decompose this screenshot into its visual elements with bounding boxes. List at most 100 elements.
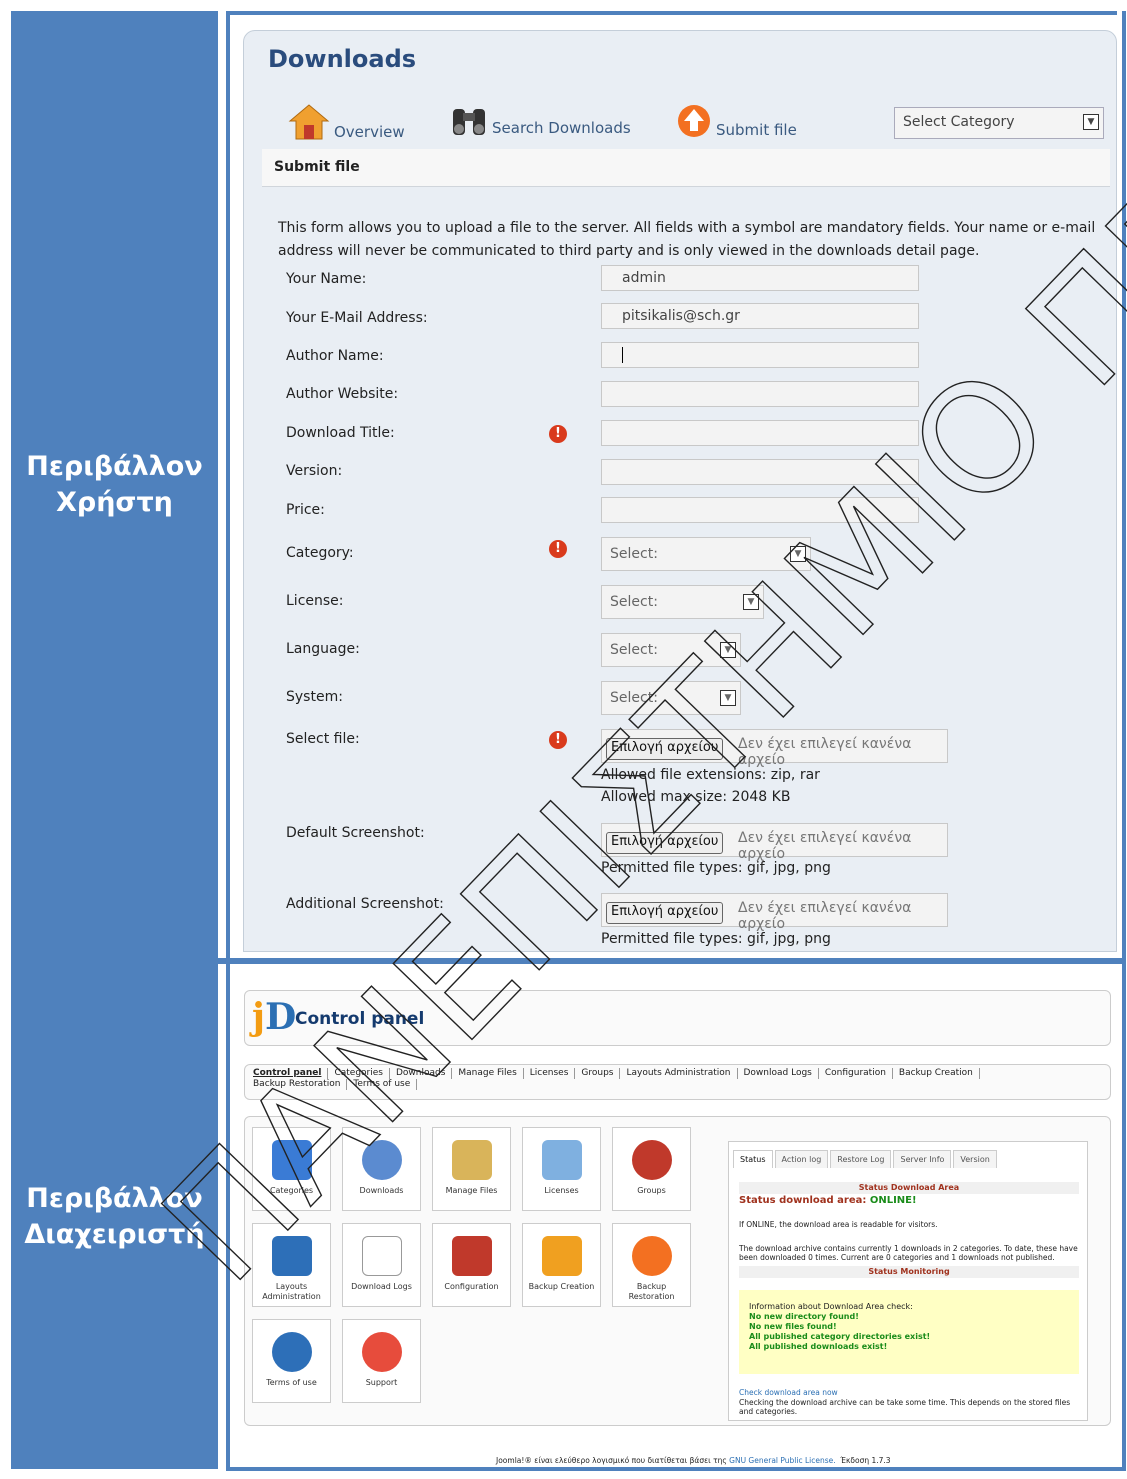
choose-file-button[interactable]: Επιλογή αρχείου [606,902,724,924]
menu-backup-restoration[interactable]: Backup Restoration [253,1079,348,1090]
label-price: Price: [286,502,325,518]
nav-search-downloads[interactable]: Search Downloads [450,103,631,137]
default-screenshot-input[interactable]: Επιλογή αρχείου Δεν έχει επιλεγεί κανένα… [601,823,948,862]
admin-menu: Control panel Categories Downloads Manage F… [244,1064,1111,1100]
admin-env-label-line1: Περιβάλλον [26,1182,203,1214]
no-file-chosen: Δεν έχει επιλεγεί κανένα αρχείο [738,736,912,768]
tile-label: Licenses [544,1186,579,1195]
additional-screenshot-input[interactable]: Επιλογή αρχείου Δεν έχει επιλεγεί κανένα… [601,893,948,932]
tile-label: Groups [637,1186,666,1195]
tile-backup-creation[interactable]: Backup Creation [522,1223,601,1307]
chevron-down-icon[interactable]: ▼ [743,594,759,610]
downloads-icon [361,1140,402,1180]
tile-download-logs[interactable]: Download Logs [342,1223,421,1307]
tile-layouts-administration[interactable]: Layouts Administration [252,1223,331,1307]
tile-configuration[interactable]: Configuration [432,1223,511,1307]
jd-logo: jD [252,996,297,1038]
monitor-intro: Information about Download Area check: [749,1302,913,1311]
nav-overview[interactable]: Overview [288,103,405,141]
chevron-down-icon[interactable]: ▼ [790,546,806,562]
menu-terms[interactable]: Terms of use [347,1079,418,1090]
status-tabs: Status Action log Restore Log Server Info Ve… [733,1150,999,1168]
permitted-types: Permitted file types: gif, jpg, png [601,860,831,876]
select-file-input[interactable]: Επιλογή αρχείου Δεν έχει επιλεγεί κανένα… [601,729,948,768]
menu-downloads[interactable]: Downloads [390,1068,453,1079]
nav-search-label: Search Downloads [492,119,631,137]
menu-configuration[interactable]: Configuration [819,1068,893,1079]
category-select[interactable]: Select Category ▼ [894,107,1104,139]
your-name-value: admin [622,270,666,286]
chevron-down-icon[interactable]: ▼ [1083,114,1099,130]
tile-categories[interactable]: Categories [252,1127,331,1211]
tab-action-log[interactable]: Action log [774,1150,829,1168]
required-icon: ! [549,731,567,749]
choose-file-button[interactable]: Επιλογή αρχείου [606,832,724,854]
categories-icon [271,1140,312,1180]
menu-layouts[interactable]: Layouts Administration [620,1068,738,1079]
menu-control-panel[interactable]: Control panel [253,1068,329,1079]
tools-icon [451,1236,492,1276]
menu-download-logs[interactable]: Download Logs [738,1068,819,1079]
chevron-down-icon[interactable]: ▼ [720,642,736,658]
footer-text: Joomla!® είναι ελεύθερο λογισμικό που δι… [496,1456,727,1465]
backup-icon [541,1236,582,1276]
tab-status[interactable]: Status [733,1150,773,1168]
tile-licenses[interactable]: Licenses [522,1127,601,1211]
version-field[interactable] [601,459,919,485]
monitor-box: Information about Download Area check: N… [739,1290,1079,1374]
required-icon: ! [549,425,567,443]
your-name-field[interactable]: admin [601,265,919,291]
text-cursor [622,347,623,363]
category-dropdown[interactable]: Select: ▼ [601,537,811,571]
monitor-item: All published category directories exist… [749,1332,931,1341]
tile-label: Support [365,1378,398,1387]
tile-support[interactable]: Support [342,1319,421,1403]
language-dropdown[interactable]: Select: ▼ [601,633,741,667]
document-frame: Περιβάλλον Χρήστη Περιβάλλον Διαχειριστή D… [0,0,1127,1479]
label-category: Category: [286,545,354,561]
menu-groups[interactable]: Groups [575,1068,621,1079]
layouts-icon [271,1236,312,1276]
tile-groups[interactable]: Groups [612,1127,691,1211]
allowed-size: Allowed max size: 2048 KB [601,789,791,805]
lifebuoy-icon [361,1332,402,1372]
download-title-field[interactable] [601,420,919,446]
footer-version: Έκδοση 1.7.3 [840,1456,891,1465]
status-online: ONLINE! [869,1195,917,1206]
menu-categories[interactable]: Categories [328,1068,390,1079]
chevron-down-icon[interactable]: ▼ [720,690,736,706]
category-dropdown-value: Select: [610,546,658,562]
label-author-name: Author Name: [286,348,384,364]
upload-arrow-icon [678,105,710,137]
status-line: Status download area: ONLINE! [739,1195,1079,1206]
tile-label: Backup Restoration [628,1282,675,1301]
allowed-extensions: Allowed file extensions: zip, rar [601,767,820,783]
label-additional-screenshot: Additional Screenshot: [286,896,444,912]
check-download-area-link[interactable]: Check download area now [739,1388,1079,1397]
author-name-field[interactable] [601,342,919,368]
gpl-link[interactable]: GNU General Public License. [729,1456,835,1465]
tile-terms-of-use[interactable]: Terms of use [252,1319,331,1403]
nav-submit-file[interactable]: Submit file [676,103,797,139]
menu-backup-creation[interactable]: Backup Creation [893,1068,980,1079]
email-field[interactable]: pitsikalis@sch.gr [601,303,919,329]
label-select-file: Select file: [286,731,360,747]
tile-downloads[interactable]: Downloads [342,1127,421,1211]
tab-restore-log[interactable]: Restore Log [830,1150,892,1168]
license-dropdown[interactable]: Select: ▼ [601,585,764,619]
tab-version[interactable]: Version [953,1150,997,1168]
menu-manage-files[interactable]: Manage Files [452,1068,524,1079]
tile-manage-files[interactable]: Manage Files [432,1127,511,1211]
logs-chart-icon [361,1236,402,1276]
system-dropdown[interactable]: Select: ▼ [601,681,741,715]
tab-server-info[interactable]: Server Info [893,1150,952,1168]
price-field[interactable] [601,497,919,523]
choose-file-button[interactable]: Επιλογή αρχείου [606,738,724,760]
menu-licenses[interactable]: Licenses [524,1068,576,1079]
author-website-field[interactable] [601,381,919,407]
tile-label: Backup Creation [528,1282,595,1291]
status-heading: Status Download Area [739,1182,1079,1194]
monitor-heading: Status Monitoring [739,1266,1079,1278]
admin-header: jD Control panel [244,990,1111,1046]
tile-backup-restoration[interactable]: Backup Restoration [612,1223,691,1307]
